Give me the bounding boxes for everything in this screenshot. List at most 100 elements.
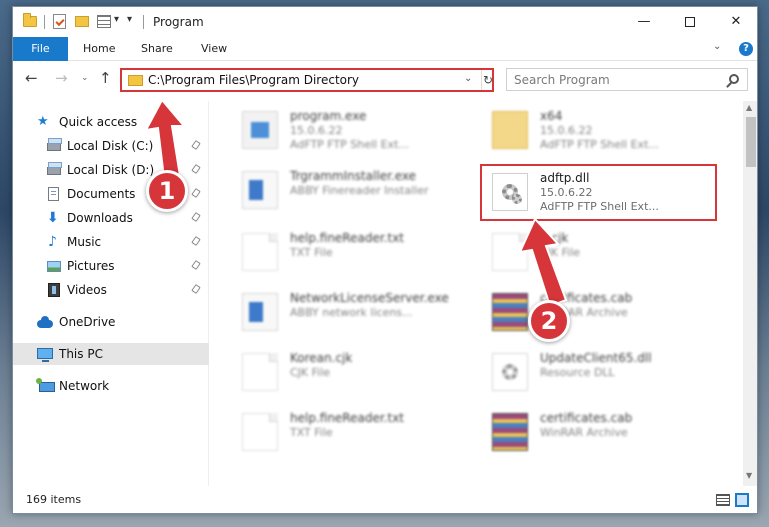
up-button[interactable]: ↑ bbox=[99, 69, 112, 87]
network-icon bbox=[36, 378, 55, 392]
sidebar-item-pictures[interactable]: Pictures bbox=[13, 255, 209, 277]
sidebar-item-this-pc[interactable]: This PC bbox=[13, 343, 209, 365]
archive-file-icon bbox=[492, 413, 528, 451]
sidebar-item-onedrive[interactable]: OneDrive bbox=[13, 311, 209, 333]
search-icon[interactable] bbox=[729, 74, 739, 84]
file-type: TXT File bbox=[290, 246, 333, 259]
list-item[interactable]: TrgrammInstaller.exe ABBY Finereader Ins… bbox=[236, 167, 476, 213]
scroll-down-icon[interactable]: ▼ bbox=[746, 471, 752, 480]
file-description: ABBY network licens... bbox=[290, 306, 413, 319]
sidebar-item-label: This PC bbox=[59, 347, 103, 361]
expand-ribbon-chevron-icon[interactable]: ⌄ bbox=[713, 41, 721, 52]
list-item[interactable]: x64 15.0.6.22 AdFTP FTP Shell Ext... bbox=[486, 107, 726, 153]
scroll-up-icon[interactable]: ▲ bbox=[746, 103, 752, 112]
list-item[interactable]: certificates.cab WinRAR Archive bbox=[486, 409, 726, 455]
back-button[interactable]: ← bbox=[25, 69, 38, 87]
file-name: NetworkLicenseServer.exe bbox=[290, 291, 449, 305]
list-item[interactable]: Korean.cjk CJK File bbox=[236, 349, 476, 395]
search-box[interactable]: Search Program bbox=[506, 68, 748, 91]
new-folder-icon[interactable] bbox=[75, 16, 89, 27]
refresh-button[interactable]: ↻ bbox=[481, 70, 494, 90]
address-history-chevron-icon[interactable]: ⌄ bbox=[464, 73, 472, 84]
maximize-button[interactable] bbox=[667, 7, 713, 37]
address-bar[interactable]: C:\Program Files\Program Directory ⌄ ↻ bbox=[120, 68, 494, 92]
file-name: certificates.cab bbox=[540, 411, 633, 425]
text-file-icon bbox=[492, 233, 528, 271]
large-icons-view-icon[interactable] bbox=[735, 493, 749, 507]
vertical-scrollbar[interactable]: ▲ ▼ bbox=[743, 101, 757, 486]
step-2-badge: 2 bbox=[528, 300, 570, 342]
sidebar-item-label: Local Disk (C:) bbox=[67, 139, 154, 153]
star-icon: ★ bbox=[37, 114, 49, 129]
help-icon[interactable]: ? bbox=[739, 42, 753, 56]
sidebar-item-label: Network bbox=[59, 379, 110, 393]
tab-share[interactable]: Share bbox=[129, 37, 185, 61]
file-type: WinRAR Archive bbox=[540, 426, 628, 439]
tab-file[interactable]: File bbox=[13, 37, 68, 61]
list-item[interactable]: help.fineReader.txt TXT File bbox=[236, 409, 476, 455]
list-item[interactable]: UpdateClient65.dll Resource DLL bbox=[486, 349, 726, 395]
navigation-bar: ← → ⌄ ↑ C:\Program Files\Program Directo… bbox=[13, 63, 757, 95]
sidebar-item-label: Music bbox=[67, 235, 102, 249]
address-path[interactable]: C:\Program Files\Program Directory bbox=[148, 73, 359, 87]
sidebar-item-network[interactable]: Network bbox=[13, 375, 209, 397]
computer-icon bbox=[37, 348, 53, 362]
scrollbar-thumb[interactable] bbox=[746, 117, 756, 167]
customize-toolbar-chevron-icon[interactable]: ▾ bbox=[127, 14, 132, 30]
pin-icon[interactable] bbox=[191, 284, 201, 294]
music-icon: ♪ bbox=[48, 234, 57, 250]
list-item[interactable]: certificates.cab WinRAR Archive bbox=[486, 289, 726, 335]
forward-button[interactable]: → bbox=[55, 69, 68, 87]
folder-icon bbox=[23, 13, 37, 27]
maximize-icon bbox=[685, 16, 695, 27]
sidebar-item-label: Local Disk (D:) bbox=[67, 163, 155, 177]
tab-home[interactable]: Home bbox=[71, 37, 127, 61]
sidebar-item-music[interactable]: ♪ Music bbox=[13, 231, 209, 253]
details-view-icon[interactable] bbox=[716, 494, 730, 506]
properties-icon[interactable] bbox=[53, 14, 66, 29]
file-name: help.fineReader.txt bbox=[290, 411, 404, 425]
view-options-icon[interactable] bbox=[97, 15, 111, 28]
list-item[interactable]: NetworkLicenseServer.exe ABBY network li… bbox=[236, 289, 476, 335]
file-name: TrgrammInstaller.exe bbox=[290, 169, 417, 183]
title-divider bbox=[143, 15, 144, 29]
sidebar-item-downloads[interactable]: ⬇ Downloads bbox=[13, 207, 209, 229]
file-name: help.fineReader.txt bbox=[290, 231, 404, 245]
view-options-chevron-icon[interactable]: ▾ bbox=[114, 14, 119, 30]
installer-file-icon bbox=[242, 171, 278, 209]
status-bar: 169 items bbox=[13, 487, 757, 513]
disk-icon bbox=[47, 138, 62, 151]
file-type: CJK File bbox=[540, 246, 581, 259]
pin-icon[interactable] bbox=[191, 140, 201, 150]
pin-icon[interactable] bbox=[191, 164, 201, 174]
pin-icon[interactable] bbox=[191, 188, 201, 198]
sidebar-item-label: Pictures bbox=[67, 259, 115, 273]
videos-icon bbox=[48, 283, 60, 297]
list-item[interactable]: ...cjk CJK File bbox=[486, 229, 726, 275]
file-explorer-window: ▾ ▾ Program — ✕ File Home Share View ⌄ ?… bbox=[12, 6, 758, 514]
quick-access-divider bbox=[44, 15, 45, 29]
recent-locations-chevron-icon[interactable]: ⌄ bbox=[81, 73, 89, 83]
list-item[interactable]: program.exe 15.0.6.22 AdFTP FTP Shell Ex… bbox=[236, 107, 476, 153]
sidebar-item-label: Documents bbox=[67, 187, 136, 201]
sidebar-item-quick-access[interactable]: ★ Quick access bbox=[13, 111, 209, 133]
sidebar-item-local-disk-c[interactable]: Local Disk (C:) bbox=[13, 135, 209, 157]
pin-icon[interactable] bbox=[191, 236, 201, 246]
text-file-icon bbox=[242, 233, 278, 271]
tab-view[interactable]: View bbox=[189, 37, 239, 61]
file-name: x64 bbox=[540, 109, 563, 123]
disk-icon bbox=[47, 162, 62, 175]
close-button[interactable]: ✕ bbox=[713, 7, 757, 37]
sidebar-item-videos[interactable]: Videos bbox=[13, 279, 209, 301]
list-item[interactable]: help.fineReader.txt TXT File bbox=[236, 229, 476, 275]
text-file-icon bbox=[242, 413, 278, 451]
cloud-icon bbox=[37, 316, 53, 328]
dll-file-icon bbox=[492, 353, 528, 391]
pin-icon[interactable] bbox=[191, 260, 201, 270]
sidebar-item-label: OneDrive bbox=[59, 315, 116, 329]
file-type: TXT File bbox=[290, 426, 333, 439]
pin-icon[interactable] bbox=[191, 212, 201, 222]
search-input[interactable]: Search Program bbox=[514, 73, 610, 87]
file-name: UpdateClient65.dll bbox=[540, 351, 652, 365]
minimize-button[interactable]: — bbox=[621, 7, 667, 37]
